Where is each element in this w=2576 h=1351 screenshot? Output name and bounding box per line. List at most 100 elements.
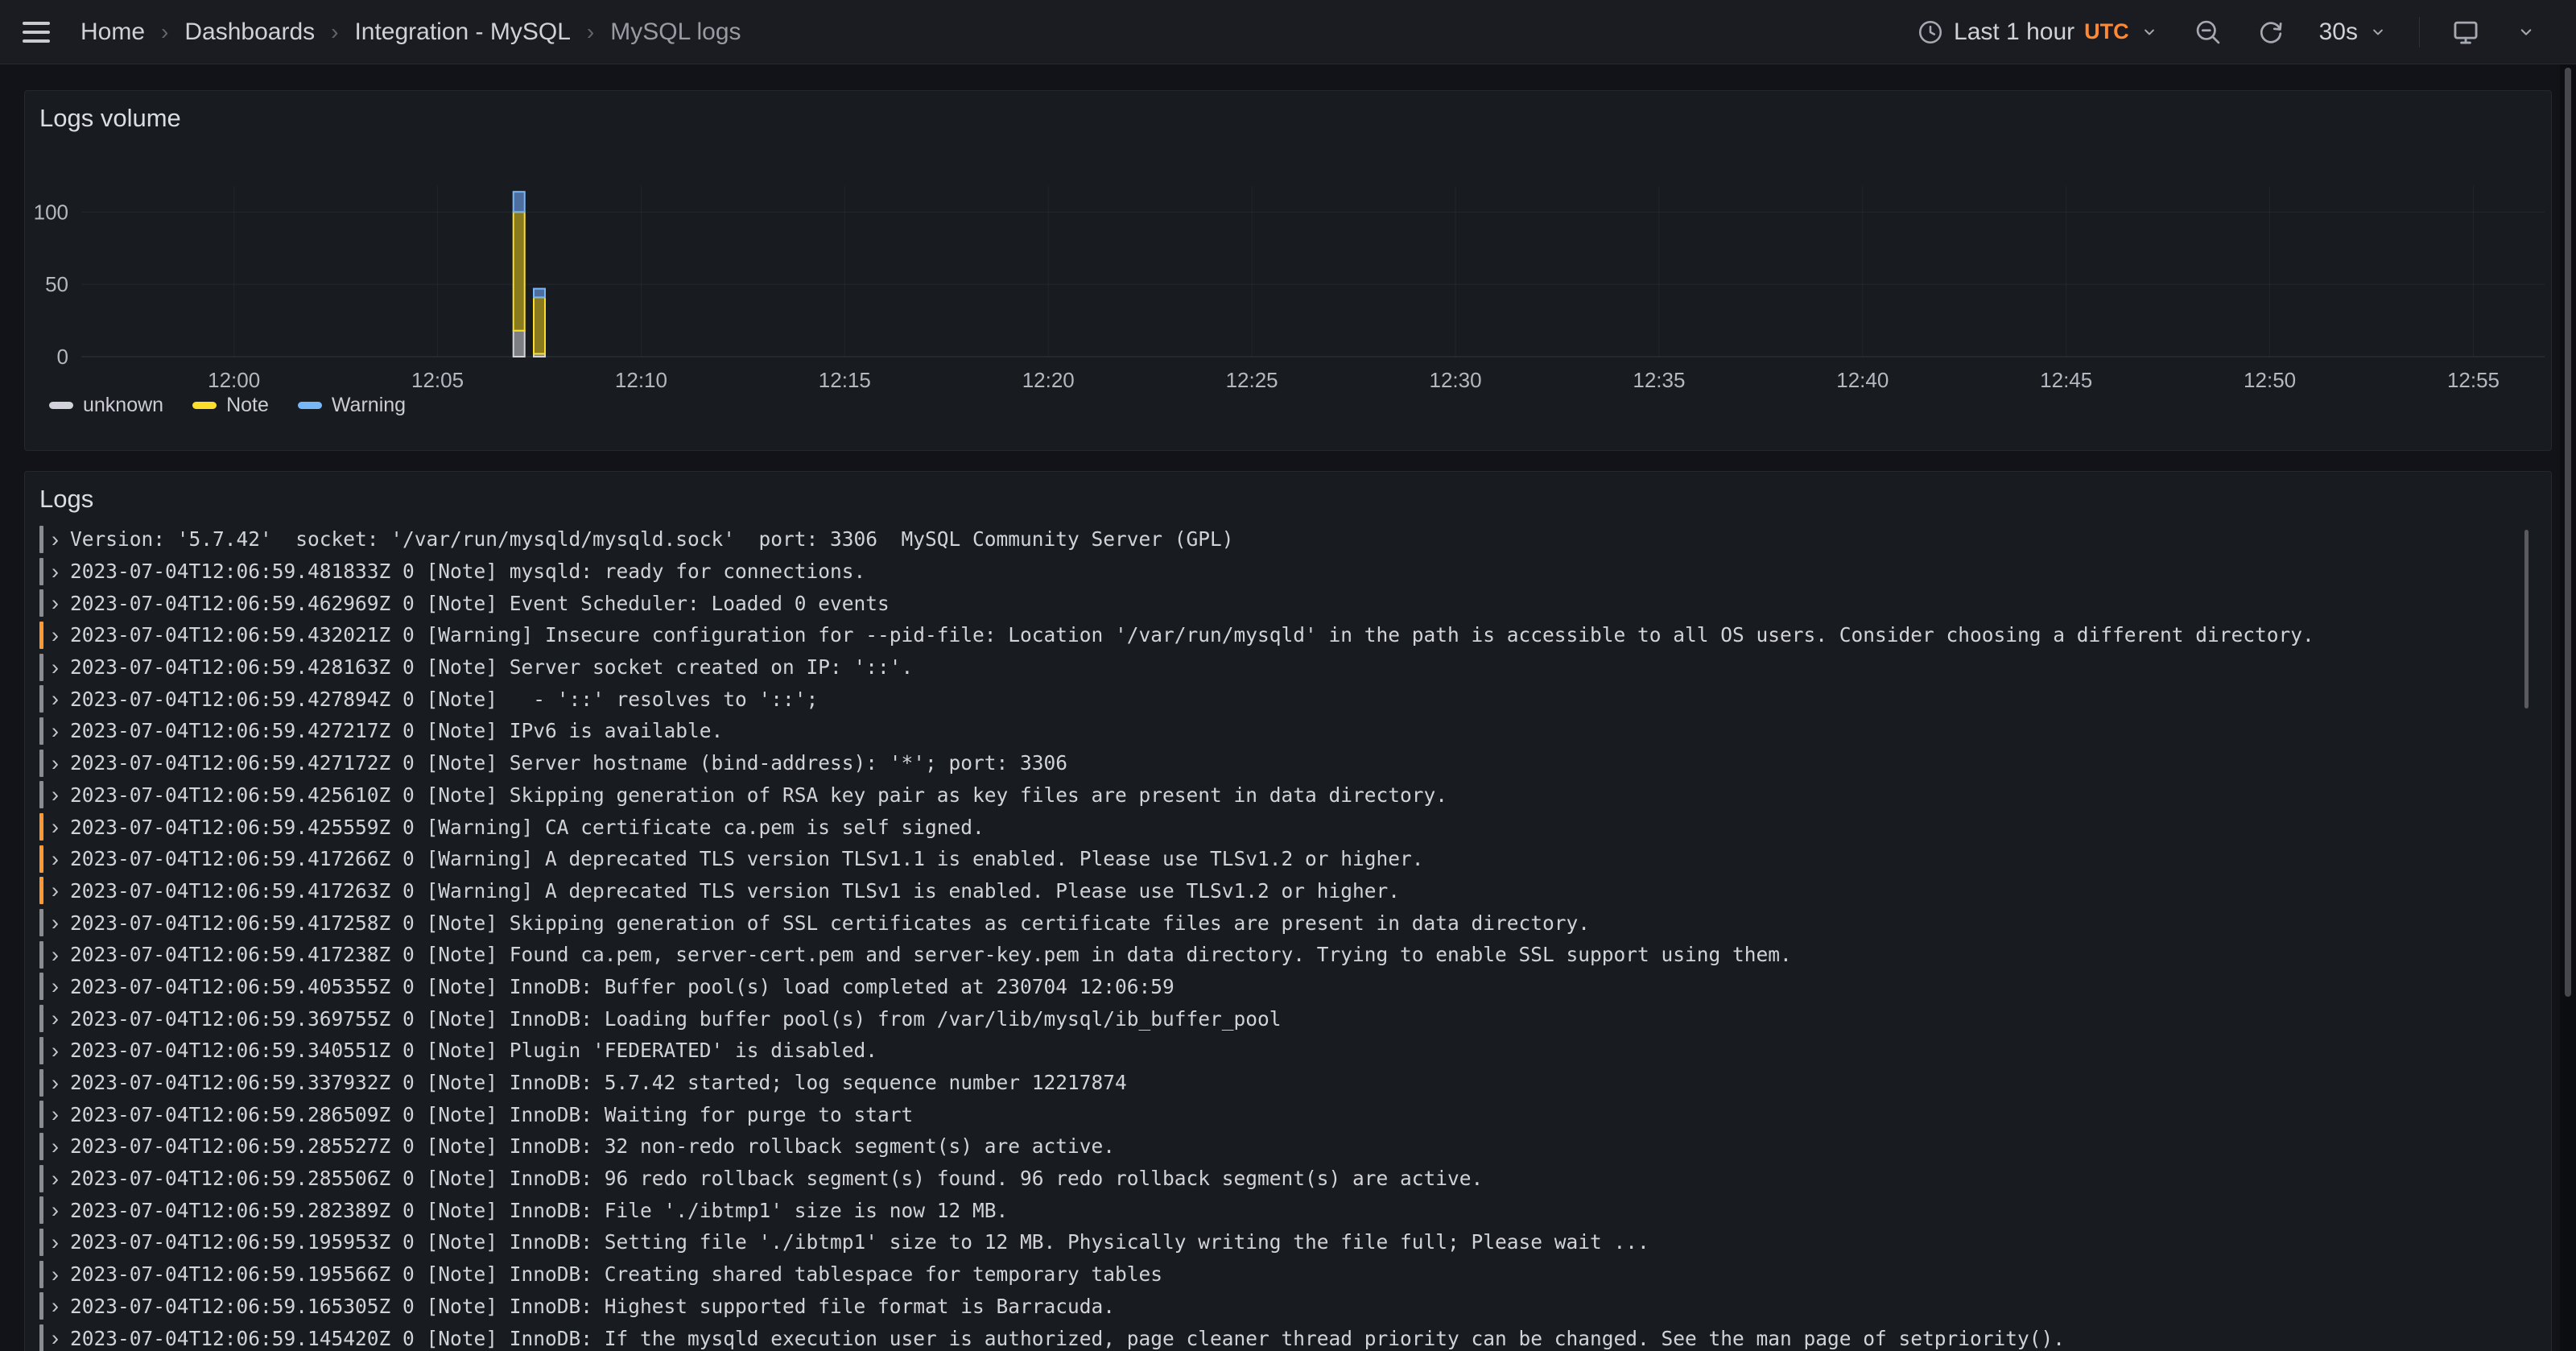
log-row[interactable]: ›2023-07-04T12:06:59.405355Z 0 [Note] In… (39, 971, 2514, 1003)
log-row[interactable]: ›2023-07-04T12:06:59.432021Z 0 [Warning]… (39, 619, 2514, 651)
log-message: 2023-07-04T12:06:59.285506Z 0 [Note] Inn… (70, 1167, 1483, 1190)
panel-title-logs-volume[interactable]: Logs volume (39, 104, 181, 133)
log-row[interactable]: ›2023-07-04T12:06:59.481833Z 0 [Note] my… (39, 556, 2514, 588)
zoom-out-button[interactable] (2182, 10, 2234, 55)
kiosk-mode-button[interactable] (2439, 10, 2492, 55)
breadcrumb-separator-icon: › (331, 19, 338, 45)
panel-title-logs[interactable]: Logs (39, 485, 93, 514)
expand-chevron-icon[interactable]: › (52, 1165, 59, 1192)
log-row[interactable]: › 2023-07-04T12:06:59.285527Z 0 [Note] In… (39, 1130, 2514, 1163)
log-row[interactable]: ›2023-07-04T12:06:59.427894Z 0 [Note] - … (39, 683, 2514, 715)
expand-chevron-icon[interactable]: › (52, 909, 59, 936)
breadcrumb-item[interactable]: MySQL logs (610, 19, 741, 46)
expand-chevron-icon[interactable]: › (52, 1037, 59, 1064)
expand-chevron-icon[interactable]: › (52, 1005, 59, 1032)
logs-scrollbar-thumb[interactable] (2524, 530, 2529, 709)
log-message: 2023-07-04T12:06:59.195566Z 0 [Note] Inn… (70, 1262, 1162, 1286)
breadcrumb-separator-icon: › (161, 19, 168, 45)
log-row[interactable]: › 2023-07-04T12:06:59.427217Z 0 [Note] IP… (39, 715, 2514, 747)
expand-chevron-icon[interactable]: › (52, 973, 59, 1000)
expand-chevron-icon[interactable]: › (52, 1229, 59, 1256)
bar-segment-unknown[interactable] (514, 331, 525, 357)
expand-chevron-icon[interactable]: › (52, 526, 59, 553)
expand-chevron-icon[interactable]: › (52, 717, 59, 745)
breadcrumb-item[interactable]: Home (80, 19, 145, 46)
bar-segment-Warning[interactable] (514, 192, 525, 212)
expand-chevron-icon[interactable]: › (52, 941, 59, 969)
log-row[interactable]: ›2023-07-04T12:06:59.427172Z 0 [Note] Se… (39, 747, 2514, 779)
log-row[interactable]: ›2023-07-04T12:06:59.417258Z 0 [Note] Sk… (39, 907, 2514, 939)
x-axis-tick-label: 12:05 (411, 368, 464, 392)
menu-icon[interactable] (23, 22, 50, 43)
toolbar-divider (2419, 17, 2420, 48)
log-row[interactable]: ›2023-07-04T12:06:59.369755Z 0 [Note] In… (39, 1002, 2514, 1035)
log-message: 2023-07-04T12:06:59.285527Z 0 [Note] Inn… (70, 1134, 1115, 1158)
legend-label: Warning (332, 394, 406, 417)
toolbar-more-dropdown[interactable] (2504, 10, 2549, 55)
log-level-strip-note (39, 1165, 43, 1192)
log-row[interactable]: › 2023-07-04T12:06:59.285506Z 0 [Note] In… (39, 1163, 2514, 1195)
expand-chevron-icon[interactable]: › (52, 1133, 59, 1160)
log-level-strip-note (39, 1037, 43, 1064)
page-scrollbar-thumb[interactable] (2565, 68, 2571, 997)
log-level-strip-note (39, 781, 43, 808)
log-row[interactable]: › 2023-07-04T12:06:59.195566Z 0 [Note] In… (39, 1258, 2514, 1291)
time-range-picker[interactable]: Last 1 hour UTC (1905, 10, 2171, 55)
panel-logs: Logs ›Version: '5.7.42' socket: '/var/ru… (24, 471, 2552, 1351)
expand-chevron-icon[interactable]: › (52, 781, 59, 808)
x-axis-tick-label: 12:25 (1226, 368, 1278, 392)
log-row[interactable]: ›2023-07-04T12:06:59.417266Z 0 [Warning]… (39, 843, 2514, 875)
log-row[interactable]: › 2023-07-04T12:06:59.462969Z 0 [Note] Ev… (39, 587, 2514, 619)
expand-chevron-icon[interactable]: › (52, 589, 59, 617)
expand-chevron-icon[interactable]: › (52, 622, 59, 649)
bar-segment-Note[interactable] (534, 297, 545, 353)
log-row[interactable]: ›2023-07-04T12:06:59.337932Z 0 [Note] In… (39, 1067, 2514, 1099)
expand-chevron-icon[interactable]: › (52, 1101, 59, 1128)
log-message: 2023-07-04T12:06:59.462969Z 0 [Note] Eve… (70, 592, 890, 615)
log-row[interactable]: ›2023-07-04T12:06:59.145420Z 0 [Note] In… (39, 1322, 2514, 1351)
log-level-strip-note (39, 1261, 43, 1288)
log-row[interactable]: ›2023-07-04T12:06:59.425610Z 0 [Note] Sk… (39, 779, 2514, 812)
expand-chevron-icon[interactable]: › (52, 1069, 59, 1097)
expand-chevron-icon[interactable]: › (52, 1324, 59, 1351)
log-row[interactable]: ›2023-07-04T12:06:59.165305Z 0 [Note] In… (39, 1291, 2514, 1323)
refresh-interval-dropdown[interactable]: 30s (2308, 10, 2400, 55)
legend-color-pill (298, 402, 322, 409)
expand-chevron-icon[interactable]: › (52, 1261, 59, 1288)
bar-segment-Warning[interactable] (534, 289, 545, 298)
expand-chevron-icon[interactable]: › (52, 1292, 59, 1320)
log-level-strip-note (39, 1133, 43, 1160)
expand-chevron-icon[interactable]: › (52, 654, 59, 681)
log-row[interactable]: ›2023-07-04T12:06:59.428163Z 0 [Note] Se… (39, 651, 2514, 684)
breadcrumb-item[interactable]: Dashboards (184, 19, 315, 46)
log-row[interactable]: ›2023-07-04T12:06:59.195953Z 0 [Note] In… (39, 1226, 2514, 1258)
expand-chevron-icon[interactable]: › (52, 1196, 59, 1224)
expand-chevron-icon[interactable]: › (52, 750, 59, 777)
page-scrollbar[interactable] (2560, 64, 2576, 1351)
expand-chevron-icon[interactable]: › (52, 558, 59, 585)
expand-chevron-icon[interactable]: › (52, 813, 59, 841)
log-row[interactable]: ›2023-07-04T12:06:59.340551Z 0 [Note] Pl… (39, 1035, 2514, 1067)
log-row[interactable]: › 2023-07-04T12:06:59.425559Z 0 [Warning]… (39, 811, 2514, 843)
timezone-label: UTC (2084, 19, 2129, 44)
breadcrumb-item[interactable]: Integration - MySQL (354, 19, 570, 46)
x-axis-tick-label: 12:50 (2244, 368, 2296, 392)
log-row[interactable]: ›2023-07-04T12:06:59.282389Z 0 [Note] In… (39, 1194, 2514, 1226)
logs-scrollbar[interactable] (2524, 530, 2529, 997)
legend-item-warning[interactable]: Warning (298, 394, 406, 417)
expand-chevron-icon[interactable]: › (52, 845, 59, 873)
log-row[interactable]: ›Version: '5.7.42' socket: '/var/run/mys… (39, 523, 2514, 556)
log-row[interactable]: ›2023-07-04T12:06:59.286509Z 0 [Note] In… (39, 1098, 2514, 1130)
legend-item-unknown[interactable]: unknown (49, 394, 163, 417)
x-axis-tick-label: 12:55 (2447, 368, 2500, 392)
expand-chevron-icon[interactable]: › (52, 877, 59, 904)
log-message: 2023-07-04T12:06:59.427217Z 0 [Note] IPv… (70, 719, 723, 742)
logs-volume-chart[interactable]: 12:0012:0512:1012:1512:2012:2512:3012:35… (25, 176, 2551, 394)
log-message: 2023-07-04T12:06:59.425559Z 0 [Warning] … (70, 816, 985, 839)
refresh-button[interactable] (2245, 10, 2297, 55)
log-row[interactable]: ›2023-07-04T12:06:59.417263Z 0 [Warning]… (39, 875, 2514, 907)
expand-chevron-icon[interactable]: › (52, 685, 59, 713)
log-row[interactable]: ›2023-07-04T12:06:59.417238Z 0 [Note] Fo… (39, 939, 2514, 971)
legend-item-note[interactable]: Note (192, 394, 269, 417)
bar-segment-Note[interactable] (514, 212, 525, 330)
